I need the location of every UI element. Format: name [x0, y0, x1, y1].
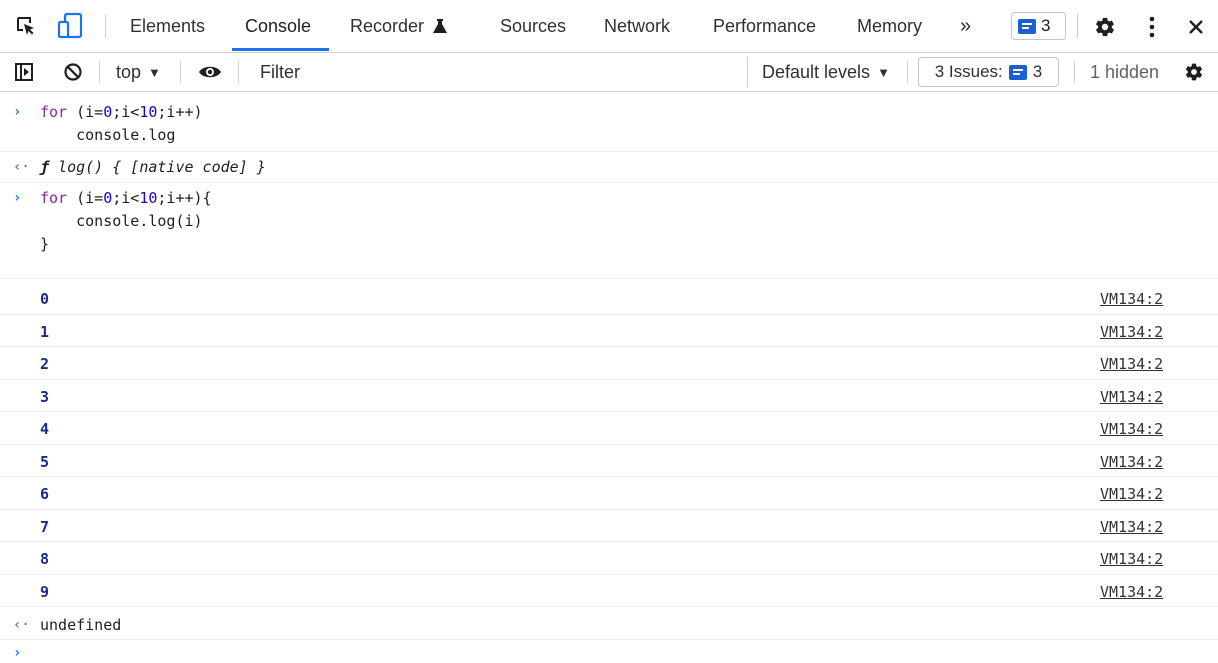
row-divider — [0, 182, 1218, 183]
clear-console-icon[interactable] — [62, 61, 84, 83]
log-value: 2 — [40, 355, 50, 373]
live-expression-eye-icon[interactable] — [197, 61, 223, 83]
context-selector[interactable]: top ▼ — [116, 53, 161, 91]
tab-memory[interactable]: Memory — [857, 0, 922, 52]
issues-count: 3 — [1032, 62, 1043, 81]
more-tabs-button[interactable]: » — [960, 0, 971, 52]
output-arrow-icon: ‹· — [13, 617, 30, 633]
dropdown-arrow-icon: ▼ — [877, 64, 890, 80]
source-link[interactable]: VM134:2 — [1100, 583, 1163, 601]
log-value: 1 — [40, 323, 50, 341]
settings-gear-icon[interactable] — [1093, 15, 1117, 39]
log-value: 9 — [40, 583, 50, 601]
console-result: undefined — [40, 616, 122, 634]
device-toolbar-icon[interactable] — [56, 12, 86, 40]
tab-console[interactable]: Console — [231, 0, 330, 52]
row-divider — [0, 476, 1218, 477]
message-icon — [1008, 64, 1027, 80]
source-link[interactable]: VM134:2 — [1100, 290, 1163, 308]
row-divider — [0, 314, 1218, 315]
source-link[interactable]: VM134:2 — [1100, 323, 1163, 341]
tab-recorder[interactable]: Recorder — [350, 0, 448, 52]
console-input-line: } — [40, 235, 50, 253]
close-icon[interactable] — [1184, 15, 1208, 39]
console-prompt-icon[interactable]: › — [13, 645, 21, 661]
hidden-count: 1 hidden — [1090, 61, 1160, 82]
source-link[interactable]: VM134:2 — [1100, 453, 1163, 471]
tab-elements[interactable]: Elements — [130, 0, 205, 52]
message-icon — [1018, 18, 1036, 34]
log-value: 0 — [40, 290, 50, 308]
row-divider — [0, 509, 1218, 510]
source-link[interactable]: VM134:2 — [1100, 388, 1163, 406]
log-levels-dropdown[interactable]: Default levels ▼ — [762, 53, 890, 91]
row-divider — [0, 151, 1218, 152]
input-chevron-icon: › — [13, 190, 22, 206]
issues-label: 3 Issues: — [934, 62, 1003, 81]
row-divider — [0, 444, 1218, 445]
console-input-line: for (i=0;i<10;i++) — [40, 103, 203, 121]
dropdown-arrow-icon: ▼ — [148, 64, 161, 80]
issues-button[interactable]: 3 Issues: 3 — [918, 57, 1059, 87]
output-arrow-icon: ‹· — [13, 159, 30, 175]
divider — [105, 14, 106, 38]
row-divider — [0, 541, 1218, 542]
divider — [99, 61, 100, 83]
console-toolbar: top ▼ Default levels ▼ 3 Issues: 3 1 hid… — [0, 53, 1218, 92]
row-divider — [0, 639, 1218, 640]
source-link[interactable]: VM134:2 — [1100, 550, 1163, 568]
row-divider — [0, 379, 1218, 380]
console-settings-gear-icon[interactable] — [1182, 61, 1206, 83]
row-divider — [0, 346, 1218, 347]
kebab-menu-icon[interactable] — [1140, 14, 1164, 40]
devtools-tab-bar: Elements Console Recorder Sources Networ… — [0, 0, 1218, 53]
divider — [1074, 61, 1075, 83]
console-output-line: ƒ log() { [native code] } — [40, 158, 266, 176]
tab-performance[interactable]: Performance — [713, 0, 816, 52]
divider — [907, 61, 908, 83]
row-divider — [0, 278, 1218, 279]
tab-sources[interactable]: Sources — [500, 0, 566, 52]
tab-network[interactable]: Network — [604, 0, 670, 52]
console-messages: › for (i=0;i<10;i++) console.log ‹· ƒ lo… — [0, 92, 1218, 663]
log-value: 8 — [40, 550, 50, 568]
log-value: 6 — [40, 485, 50, 503]
row-divider — [0, 606, 1218, 607]
messages-badge[interactable]: 3 — [1011, 12, 1066, 40]
console-input-line: console.log — [40, 126, 176, 144]
filter-input[interactable] — [252, 57, 748, 87]
console-input-line: for (i=0;i<10;i++){ — [40, 189, 212, 207]
messages-count: 3 — [1041, 16, 1051, 35]
row-divider — [0, 411, 1218, 412]
log-value: 3 — [40, 388, 50, 406]
source-link[interactable]: VM134:2 — [1100, 420, 1163, 438]
log-value: 7 — [40, 518, 50, 536]
log-value: 5 — [40, 453, 50, 471]
inspect-element-icon[interactable] — [14, 14, 38, 38]
input-chevron-icon: › — [13, 104, 22, 120]
sidebar-toggle-icon[interactable] — [12, 61, 36, 83]
divider — [238, 61, 239, 83]
row-divider — [0, 574, 1218, 575]
flask-icon — [433, 19, 448, 33]
divider — [1077, 14, 1078, 38]
log-value: 4 — [40, 420, 50, 438]
source-link[interactable]: VM134:2 — [1100, 355, 1163, 373]
source-link[interactable]: VM134:2 — [1100, 518, 1163, 536]
console-input-line: console.log(i) — [40, 212, 203, 230]
source-link[interactable]: VM134:2 — [1100, 485, 1163, 503]
divider — [180, 61, 181, 83]
